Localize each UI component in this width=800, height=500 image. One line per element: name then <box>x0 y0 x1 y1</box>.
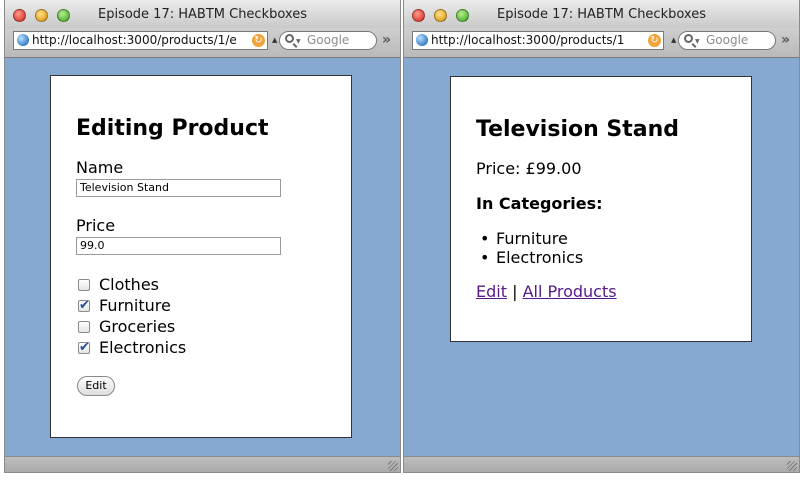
site-globe-icon <box>17 34 29 46</box>
checkmark-icon: ✔ <box>79 340 90 355</box>
clothes-label[interactable]: Clothes <box>99 275 159 294</box>
browser-window-show: Episode 17: HABTM Checkboxes http://loca… <box>404 0 799 472</box>
furniture-label[interactable]: Furniture <box>99 296 171 315</box>
price-line: Price: £99.00 <box>476 159 582 178</box>
search-icon[interactable] <box>285 34 294 43</box>
window-title: Episode 17: HABTM Checkboxes <box>497 7 706 22</box>
price-input[interactable]: 99.0 <box>76 237 281 255</box>
product-detail-panel: Television Stand Price: £99.00 In Catego… <box>450 76 752 342</box>
price-label: Price <box>76 216 116 235</box>
resize-grip-icon[interactable] <box>787 461 797 471</box>
category-name: Electronics <box>496 248 584 267</box>
history-dropdown-icon[interactable]: ▲ <box>671 36 676 44</box>
groceries-checkbox[interactable] <box>78 321 90 333</box>
browser-window-edit: Episode 17: HABTM Checkboxes http://loca… <box>5 0 400 472</box>
resize-grip-icon[interactable] <box>388 461 398 471</box>
clothes-checkbox[interactable] <box>78 279 90 291</box>
name-input[interactable]: Television Stand <box>76 179 281 197</box>
search-placeholder: Google <box>307 33 350 47</box>
bullet-icon: • <box>480 248 490 267</box>
reload-icon[interactable]: ↻ <box>648 34 661 47</box>
link-separator: | <box>512 282 518 301</box>
title-bar[interactable]: Episode 17: HABTM Checkboxes <box>5 0 400 28</box>
browser-toolbar: http://localhost:3000/products/1/e ↻ ▲ ▼… <box>5 28 400 58</box>
all-products-link[interactable]: All Products <box>523 282 617 301</box>
reload-icon[interactable]: ↻ <box>252 34 265 47</box>
price-label: Price: <box>476 159 521 178</box>
search-placeholder: Google <box>706 33 749 47</box>
category-name: Furniture <box>496 229 568 248</box>
toolbar-overflow-icon[interactable]: » <box>382 32 391 48</box>
furniture-checkbox[interactable]: ✔ <box>78 298 90 313</box>
history-dropdown-icon[interactable]: ▲ <box>272 36 277 44</box>
edit-link[interactable]: Edit <box>476 282 507 301</box>
status-bar <box>404 456 799 472</box>
checkmark-icon: ✔ <box>79 298 90 313</box>
page-title: Television Stand <box>476 117 680 142</box>
search-field[interactable]: ▼ Google <box>279 31 377 50</box>
categories-heading: In Categories: <box>476 194 603 213</box>
address-bar[interactable]: http://localhost:3000/products/1/e ↻ <box>13 31 268 50</box>
edit-submit-button[interactable]: Edit <box>77 376 115 396</box>
list-item: • Furniture <box>480 229 568 248</box>
search-icon[interactable] <box>684 34 693 43</box>
browser-toolbar: http://localhost:3000/products/1 ↻ ▲ ▼ G… <box>404 28 799 58</box>
action-links: Edit | All Products <box>476 282 617 301</box>
edit-product-panel: Editing Product Name Television Stand Pr… <box>50 75 352 438</box>
list-item: • Electronics <box>480 248 584 267</box>
url-text: http://localhost:3000/products/1/e <box>32 33 237 47</box>
search-engine-caret-icon[interactable]: ▼ <box>695 38 700 45</box>
window-title: Episode 17: HABTM Checkboxes <box>98 7 307 22</box>
groceries-label[interactable]: Groceries <box>99 317 175 336</box>
search-engine-caret-icon[interactable]: ▼ <box>296 38 301 45</box>
bullet-icon: • <box>480 229 490 248</box>
name-label: Name <box>76 158 124 177</box>
electronics-checkbox[interactable]: ✔ <box>78 340 90 355</box>
status-bar <box>5 456 400 472</box>
url-text: http://localhost:3000/products/1 <box>431 33 625 47</box>
site-globe-icon <box>416 34 428 46</box>
page-title: Editing Product <box>76 116 269 141</box>
title-bar[interactable]: Episode 17: HABTM Checkboxes <box>404 0 799 28</box>
electronics-label[interactable]: Electronics <box>99 338 186 357</box>
address-bar[interactable]: http://localhost:3000/products/1 ↻ <box>412 31 664 50</box>
search-field[interactable]: ▼ Google <box>678 31 776 50</box>
toolbar-overflow-icon[interactable]: » <box>781 32 790 48</box>
price-value: £99.00 <box>525 159 582 178</box>
